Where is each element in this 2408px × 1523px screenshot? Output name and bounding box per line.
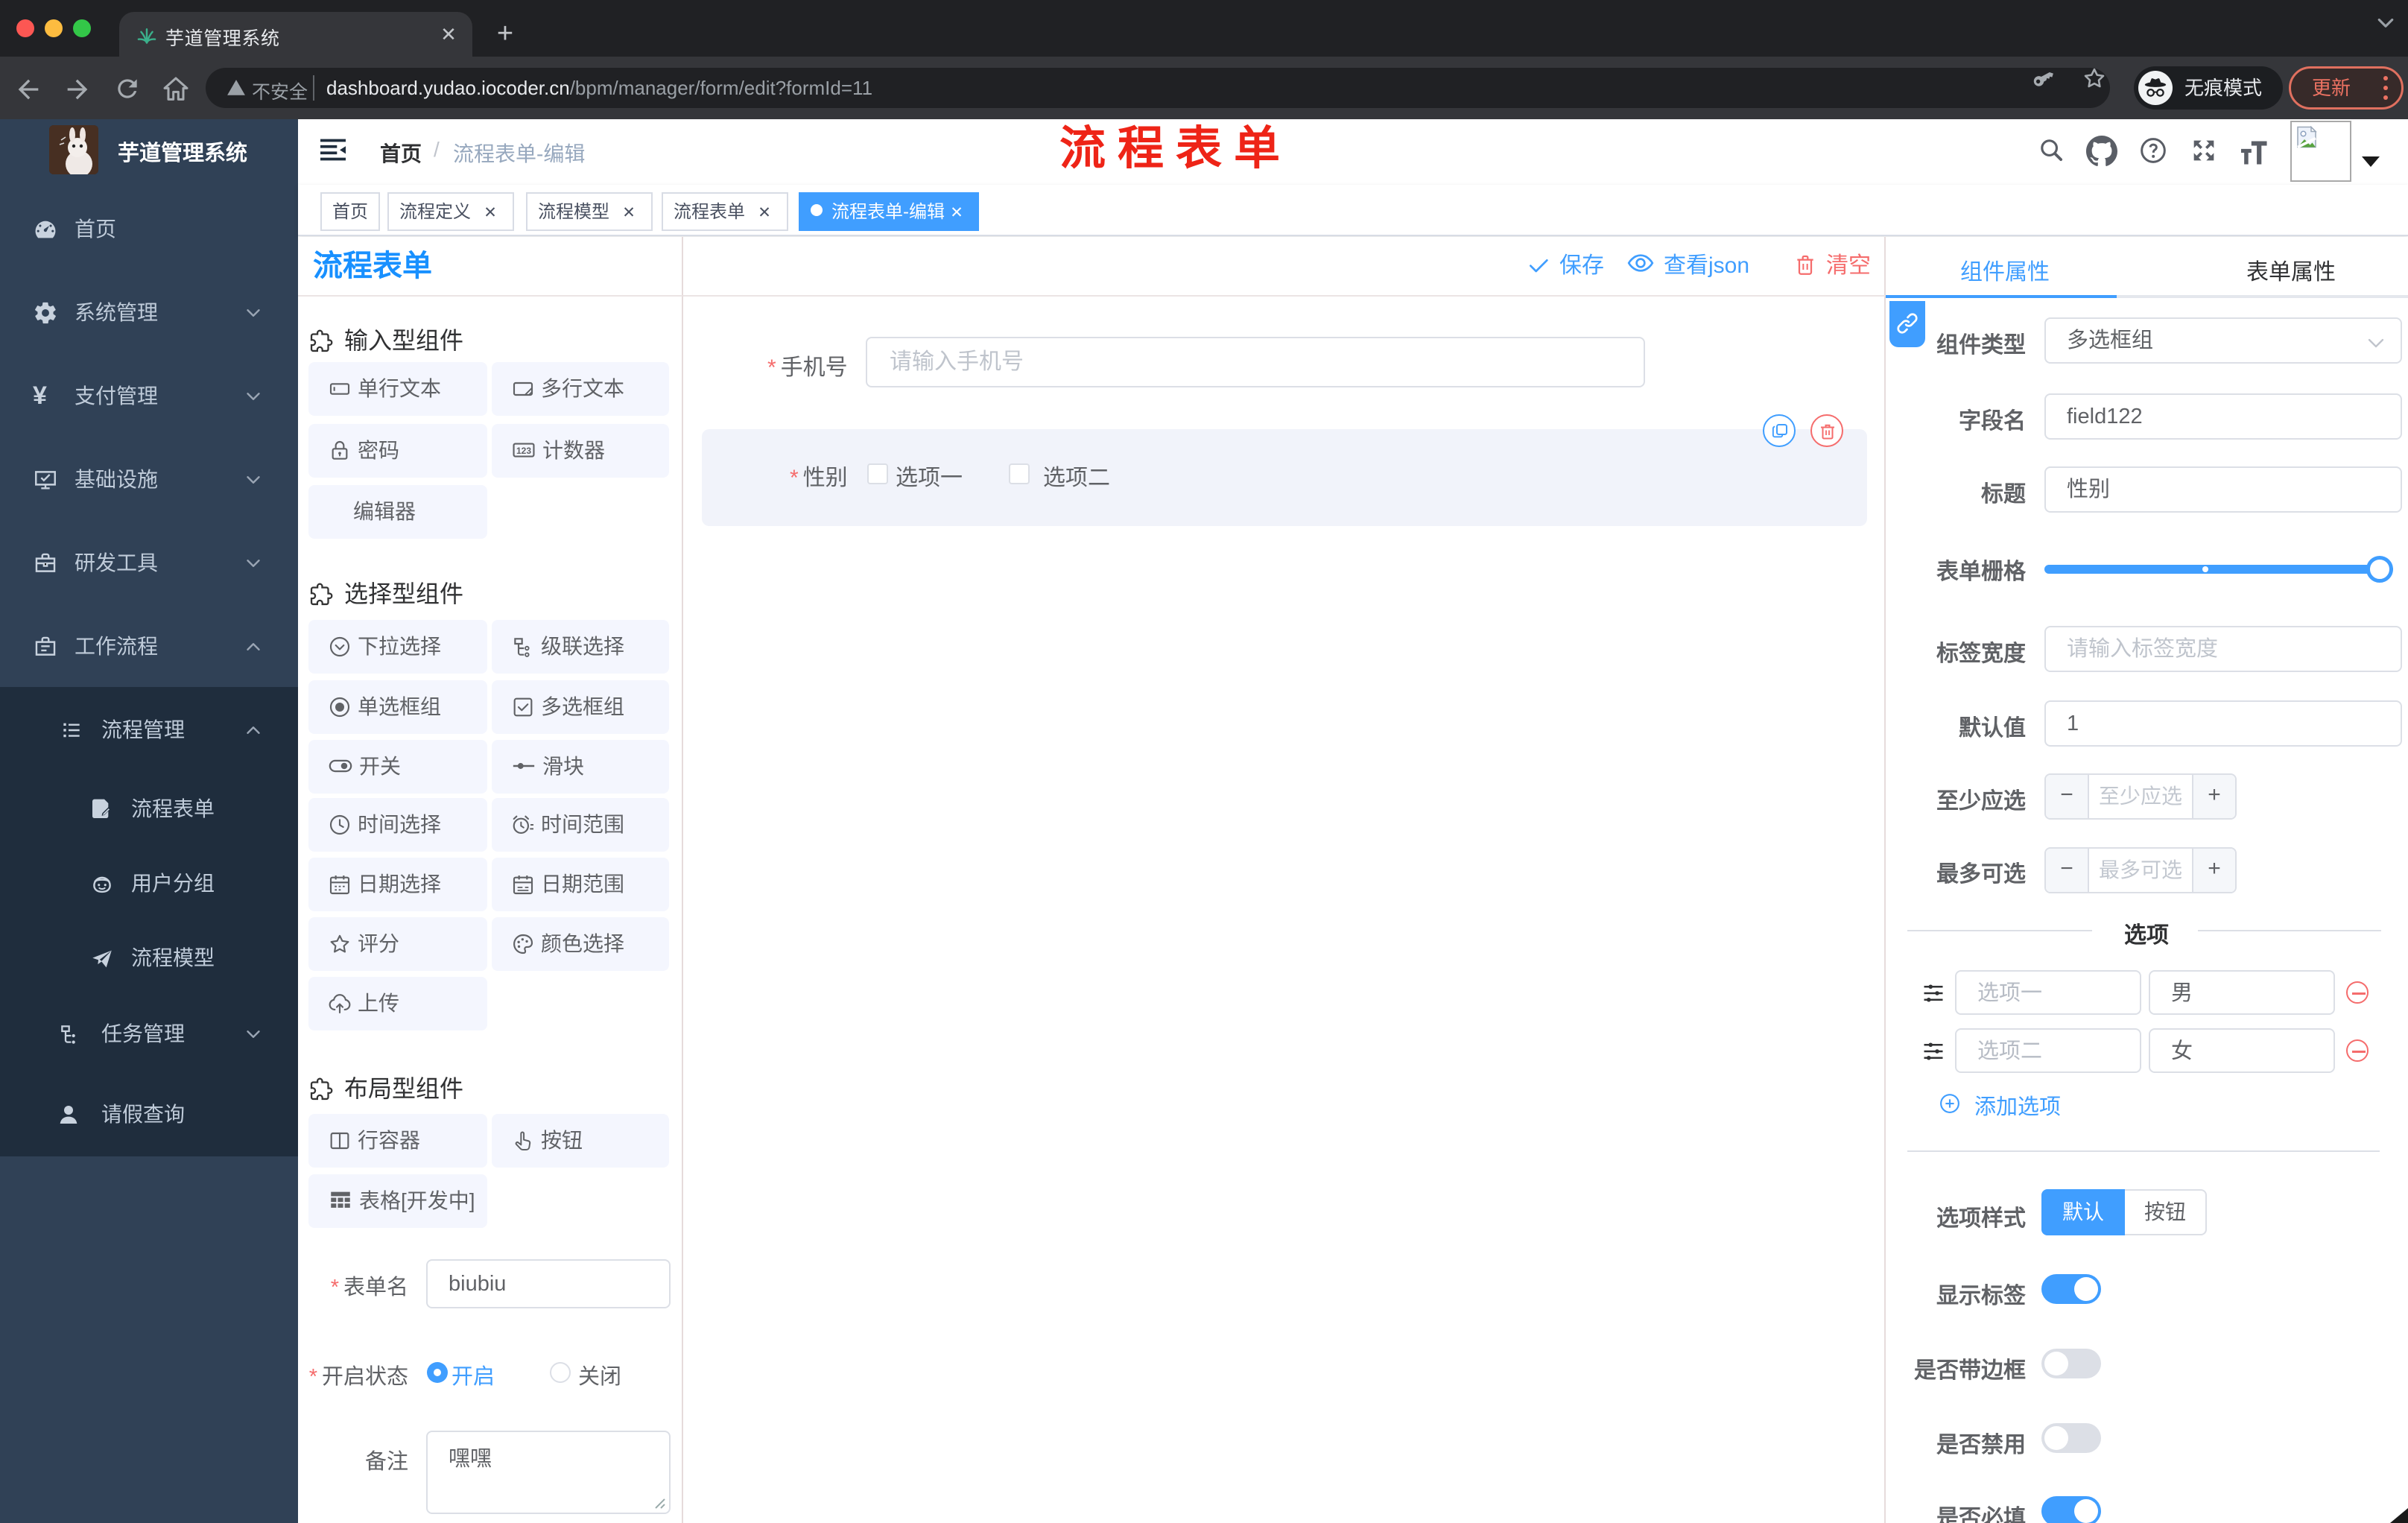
svg-text:123: 123 bbox=[516, 446, 531, 456]
